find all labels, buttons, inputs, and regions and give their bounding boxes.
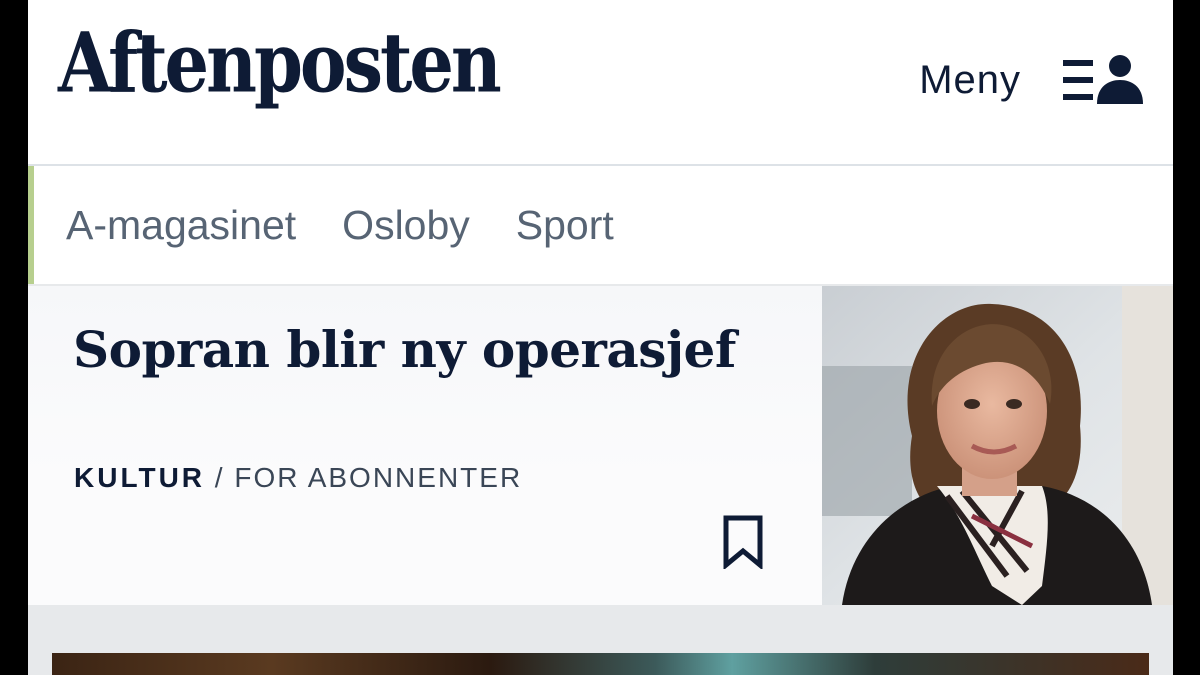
section-link-osloby[interactable]: Osloby — [342, 201, 470, 250]
app-screen: Aftenposten Meny A-magasinet Osloby Spor… — [28, 0, 1173, 675]
article-section-label: KULTUR — [74, 462, 206, 493]
bookmark-icon[interactable] — [722, 515, 764, 569]
next-article-image[interactable] — [52, 653, 1149, 675]
article-access-label: FOR ABONNENTER — [234, 462, 523, 493]
article-teaser[interactable]: Sopran blir ny operasjef KULTUR / FOR AB… — [28, 286, 1173, 605]
article-text-block: Sopran blir ny operasjef KULTUR / FOR AB… — [28, 286, 822, 605]
menu-label: Meny — [919, 57, 1021, 102]
section-link-a-magasinet[interactable]: A-magasinet — [66, 201, 296, 250]
menu-button[interactable]: Meny — [919, 50, 1145, 110]
section-link-sport[interactable]: Sport — [516, 201, 614, 250]
top-header: Aftenposten Meny — [28, 0, 1173, 166]
section-nav-list: A-magasinet Osloby Sport — [66, 201, 614, 250]
article-headline[interactable]: Sopran blir ny operasjef — [73, 320, 736, 380]
article-meta: KULTUR / FOR ABONNENTER — [74, 462, 522, 494]
section-nav: A-magasinet Osloby Sport — [28, 166, 1173, 284]
meta-separator: / — [205, 462, 235, 493]
article-photo — [822, 286, 1173, 605]
menu-profile-icon — [1063, 55, 1143, 104]
aftenposten-logo[interactable]: Aftenposten — [58, 21, 502, 105]
